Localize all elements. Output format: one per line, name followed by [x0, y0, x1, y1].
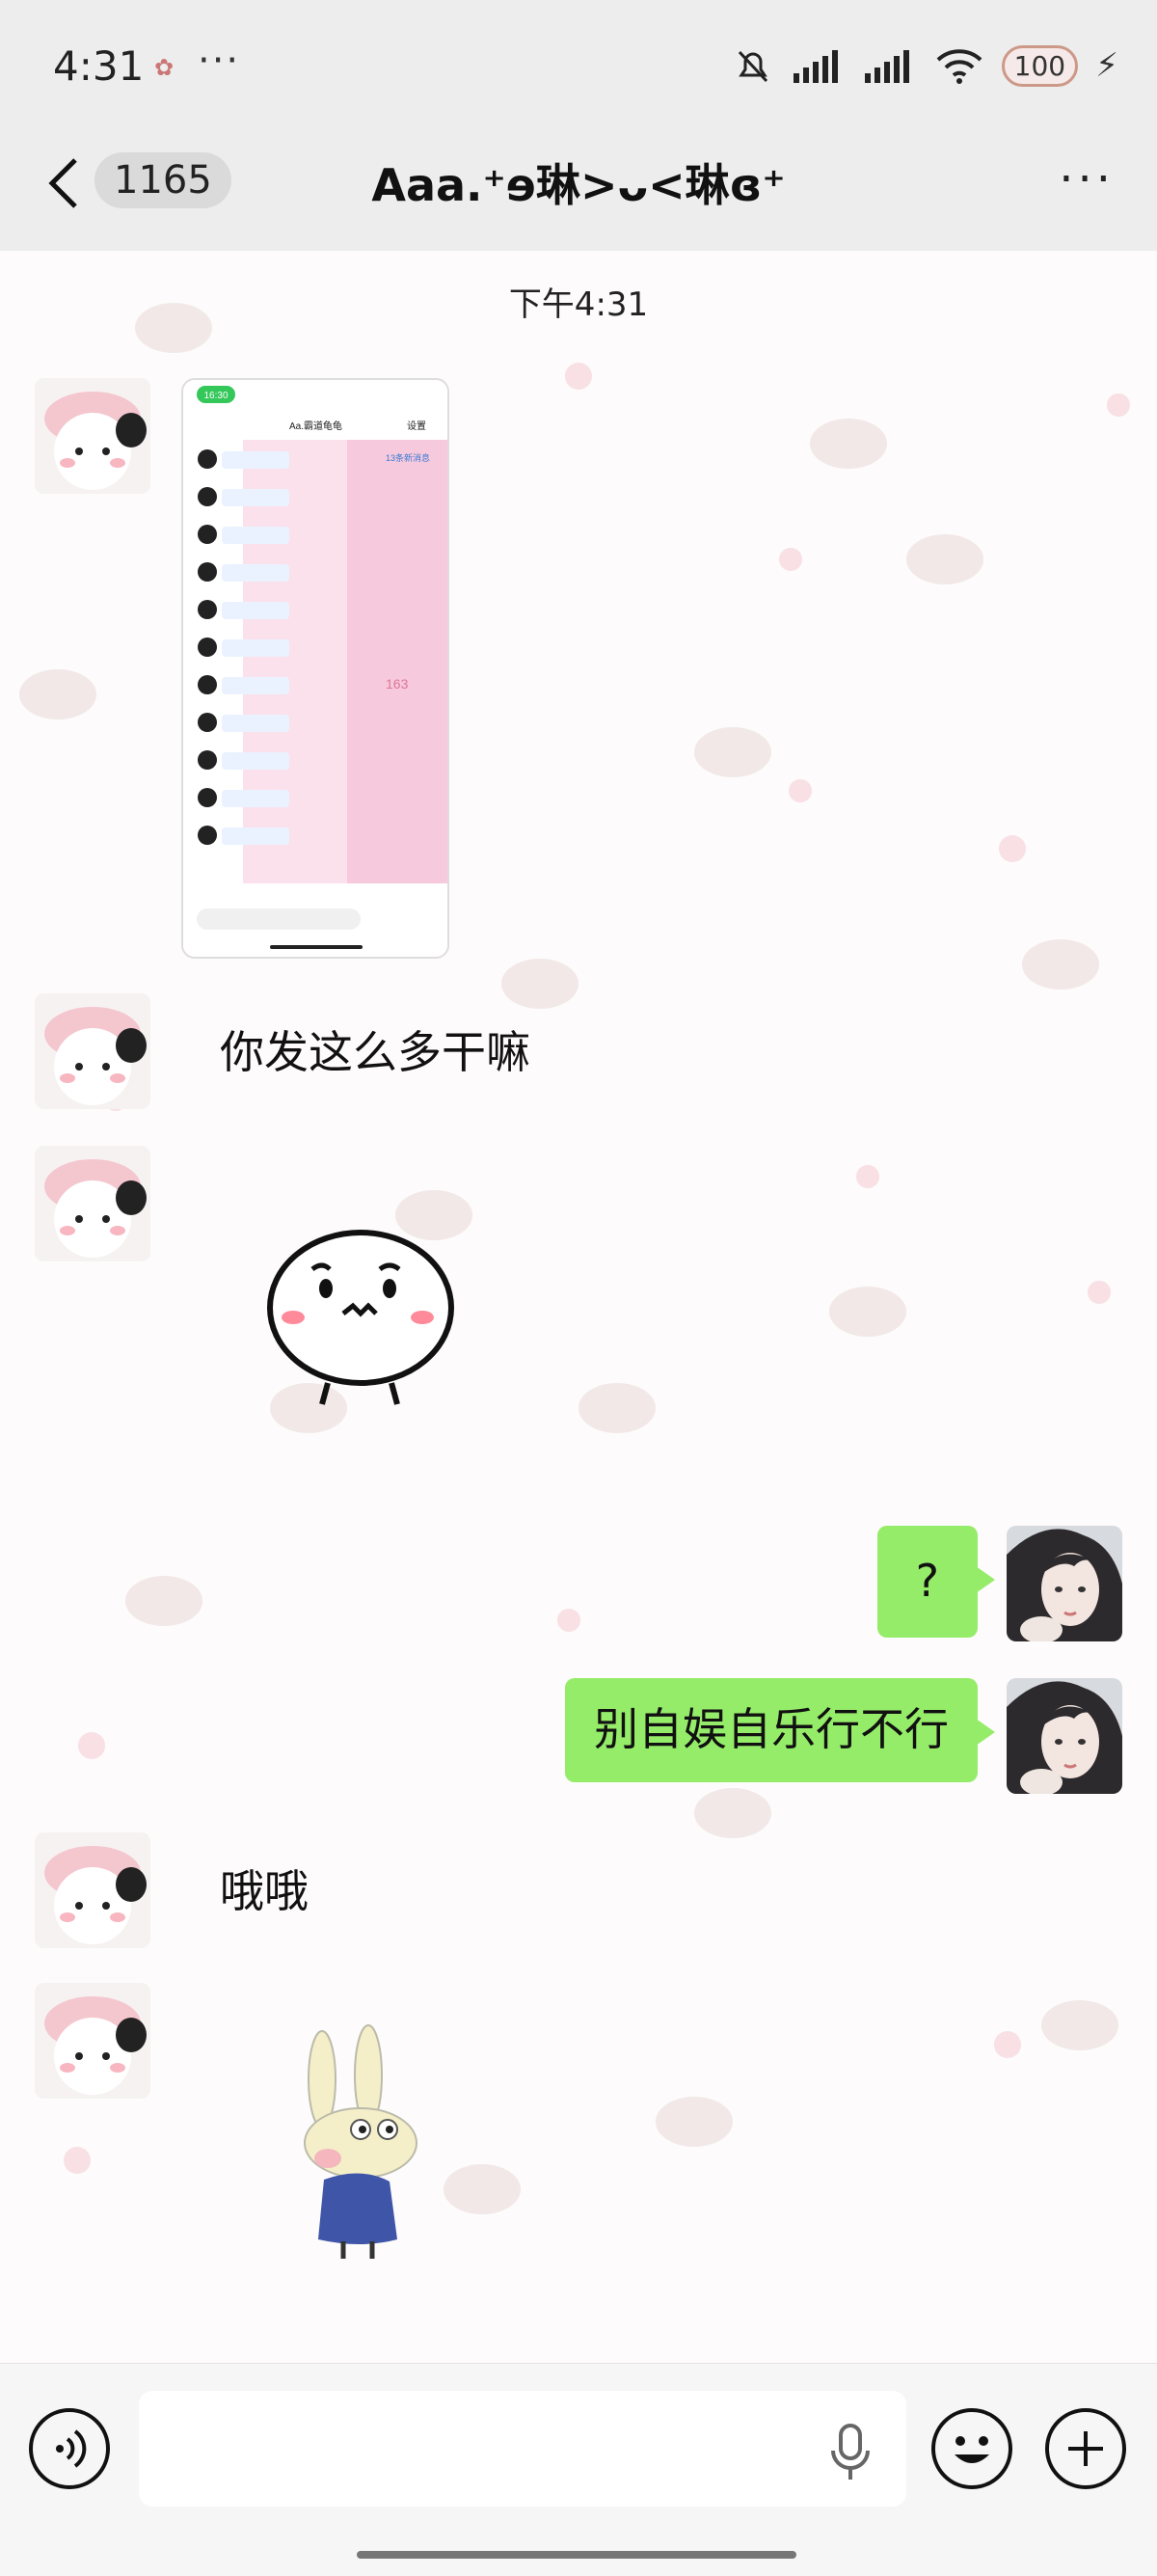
status-time: 4:31: [53, 42, 145, 90]
incoming-message-bubble[interactable]: 哦哦: [191, 1840, 337, 1944]
more-actions-button[interactable]: [1045, 2408, 1126, 2489]
incoming-message-bubble[interactable]: 你发这么多干嘛: [191, 1001, 559, 1105]
emoji-button[interactable]: [931, 2408, 1012, 2489]
status-bar: 4:31 ✿ ··· 100 ⚡: [0, 0, 1157, 135]
thumb-big-number: 163: [386, 676, 409, 691]
chat-title: Aaa.⁺ɘ琳>ᴗ<琳ɞ⁺: [371, 159, 786, 211]
outgoing-message-bubble[interactable]: 别自娱自乐行不行: [565, 1678, 995, 1782]
contact-avatar[interactable]: [35, 993, 150, 1109]
battery-icon: 100: [1001, 44, 1079, 87]
face-sticker[interactable]: [258, 1225, 471, 1408]
thumb-settings: 设置: [407, 420, 426, 432]
user-avatar[interactable]: [1007, 1678, 1122, 1794]
emoji-icon: [955, 2436, 989, 2463]
overflow-dots-icon: ···: [198, 39, 241, 83]
unread-count-badge[interactable]: 1165: [94, 152, 231, 208]
thumb-status-time: 16:30: [203, 391, 228, 401]
thumb-title: Aa.霸道龟龟: [289, 420, 342, 432]
plus-icon: [1068, 2431, 1103, 2466]
wifi-icon: [936, 49, 982, 84]
home-indicator: [357, 2551, 796, 2559]
rabbit-sticker[interactable]: [280, 2021, 444, 2263]
more-options-button[interactable]: ···: [1059, 152, 1115, 206]
app-notification-icon: ✿: [154, 54, 175, 81]
signal-icon: [864, 50, 909, 83]
contact-avatar[interactable]: [35, 1983, 150, 2099]
thumb-new-messages: 13条新消息: [386, 452, 430, 463]
microphone-icon[interactable]: [829, 2422, 872, 2485]
charging-icon: ⚡: [1095, 46, 1118, 85]
voice-toggle-button[interactable]: [29, 2408, 110, 2489]
message-timestamp: 下午4:31: [508, 285, 649, 324]
contact-avatar[interactable]: [35, 1146, 150, 1261]
back-chevron-icon[interactable]: [46, 156, 81, 210]
signal-icon: [793, 50, 838, 83]
voice-icon: [56, 2429, 87, 2468]
image-message[interactable]: 16:30 Aa.霸道龟龟 设置 13条新消息 163: [181, 378, 449, 959]
input-bar: [0, 2363, 1157, 2576]
user-avatar[interactable]: [1007, 1526, 1122, 1641]
chat-background-pattern: [19, 303, 1130, 2214]
mute-bell-icon: [738, 50, 767, 83]
contact-avatar[interactable]: [35, 1832, 150, 1948]
outgoing-message-bubble[interactable]: ?: [876, 1526, 996, 1638]
message-list[interactable]: 下午4:31 16:30 Aa.霸道龟龟 设置 13条新消息 163 你发这么多…: [0, 251, 1157, 2363]
contact-avatar[interactable]: [35, 378, 150, 494]
message-input[interactable]: [139, 2391, 906, 2507]
status-icons: 100 ⚡: [732, 44, 1118, 87]
